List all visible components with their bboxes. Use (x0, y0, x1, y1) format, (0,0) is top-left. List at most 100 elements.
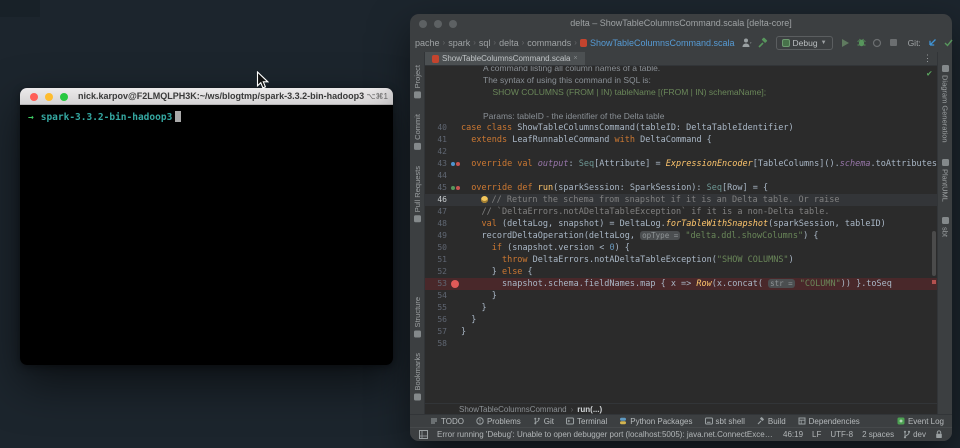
override-gutter-icon[interactable] (449, 182, 461, 194)
toolwindow-button-sbt-shell[interactable]: sbt shell (705, 417, 745, 426)
code-line[interactable]: 47 // `DeltaErrors.notADeltaTableExcepti… (425, 206, 937, 218)
code-line[interactable]: 52 } else { (425, 266, 937, 278)
code-editor[interactable]: A command listing all column names of a … (425, 66, 937, 403)
intention-bulb-icon[interactable] (481, 196, 488, 203)
git-update-icon[interactable] (926, 36, 939, 49)
toolwindow-button-build[interactable]: Build (757, 417, 786, 426)
code-line[interactable]: 40case class ShowTableColumnsCommand(tab… (425, 122, 937, 134)
line-number[interactable]: 55 (425, 302, 449, 314)
code-line[interactable]: 51 throw DeltaErrors.notADeltaTableExcep… (425, 254, 937, 266)
breadcrumb-class[interactable]: ShowTableColumnsCommand (459, 405, 567, 414)
toolwindow-button-python-packages[interactable]: Python Packages (619, 417, 692, 426)
code-line[interactable]: 50 if (snapshot.version < 0) { (425, 242, 937, 254)
run-button[interactable] (839, 36, 852, 49)
stripe-item-structure[interactable]: Structure (413, 297, 422, 337)
encoding-indicator[interactable]: UTF-8 (830, 430, 853, 439)
breadcrumb-item[interactable]: sql (479, 38, 491, 48)
line-number[interactable]: 53 (425, 278, 449, 290)
close-button[interactable] (30, 93, 38, 101)
line-number[interactable]: 42 (425, 146, 449, 158)
editor-scrollbar[interactable] (932, 231, 936, 276)
ide-titlebar[interactable]: delta – ShowTableColumnsCommand.scala [d… (410, 14, 952, 33)
collaborator-icon[interactable] (741, 36, 754, 49)
code-line[interactable]: 58 (425, 338, 937, 350)
status-message[interactable]: Error running 'Debug': Unable to open de… (437, 430, 774, 439)
line-number[interactable]: 49 (425, 230, 449, 242)
code-line[interactable]: 54 } (425, 290, 937, 302)
code-line[interactable]: 41 extends LeafRunnableCommand with Delt… (425, 134, 937, 146)
toolwindow-button-terminal[interactable]: Terminal (566, 417, 607, 426)
terminal-body[interactable]: →spark-3.3.2-bin-hadoop3 (20, 105, 393, 365)
stripe-item-pull-requests[interactable]: Pull Requests (413, 166, 422, 222)
git-branch-indicator[interactable]: dev (903, 430, 926, 439)
inspections-ok-icon[interactable]: ✔ (927, 68, 932, 80)
stripe-item-diagram-generation[interactable]: Diagram Generation (941, 65, 950, 143)
indent-indicator[interactable]: 2 spaces (862, 430, 894, 439)
toolwindow-button-event-log[interactable]: Event Log (897, 417, 944, 426)
minimize-button[interactable] (45, 93, 53, 101)
terminal-titlebar[interactable]: nick.karpov@F2LMQLPH3K:~/ws/blogtmp/spar… (20, 88, 393, 105)
line-number[interactable]: 46 (425, 194, 449, 206)
breadcrumb-item[interactable]: pache (415, 38, 440, 48)
breadcrumb-member[interactable]: run(...) (577, 405, 602, 414)
readonly-lock-icon[interactable] (935, 430, 943, 439)
toolwindow-button-dependencies[interactable]: Dependencies (798, 417, 860, 426)
code-line[interactable]: 55 } (425, 302, 937, 314)
code-line[interactable]: 43 override val output: Seq[Attribute] =… (425, 158, 937, 170)
line-number[interactable]: 41 (425, 134, 449, 146)
tab-showtablecolumnscommand[interactable]: ShowTableColumnsCommand.scala × (425, 52, 585, 65)
line-number[interactable]: 43 (425, 158, 449, 170)
code-line[interactable]: 46 // Return the schema from snapshot if… (425, 194, 937, 206)
stripe-item-sbt[interactable]: sbt (941, 217, 950, 237)
line-number[interactable]: 45 (425, 182, 449, 194)
code-line[interactable]: 48 val (deltaLog, snapshot) = DeltaLog.f… (425, 218, 937, 230)
override-gutter-icon[interactable] (449, 158, 461, 170)
code-line[interactable]: 49 recordDeltaOperation(deltaLog, opType… (425, 230, 937, 242)
code-line[interactable]: 57} (425, 326, 937, 338)
code-line[interactable]: 56 } (425, 314, 937, 326)
code-line[interactable]: Params: tableID - the identifier of the … (425, 110, 937, 122)
line-number[interactable]: 54 (425, 290, 449, 302)
toolwindow-button-todo[interactable]: TODO (430, 417, 464, 426)
line-number[interactable]: 44 (425, 170, 449, 182)
code-line[interactable]: A command listing all column names of a … (425, 66, 937, 74)
caret-position[interactable]: 46:19 (783, 430, 803, 439)
line-number[interactable]: 48 (425, 218, 449, 230)
stripe-item-project[interactable]: Project (413, 65, 422, 98)
stop-button[interactable] (887, 36, 900, 49)
breakpoint-icon[interactable] (449, 278, 461, 290)
breadcrumb-item[interactable]: delta (499, 38, 519, 48)
line-number[interactable]: 51 (425, 254, 449, 266)
terminal-window[interactable]: nick.karpov@F2LMQLPH3K:~/ws/blogtmp/spar… (20, 88, 393, 365)
coverage-button[interactable] (871, 36, 884, 49)
build-hammer-icon[interactable] (757, 36, 770, 49)
code-line[interactable]: SHOW COLUMNS (FROM | IN) tableName [(FRO… (425, 86, 937, 98)
minimize-button[interactable] (434, 20, 442, 28)
close-button[interactable] (419, 20, 427, 28)
breadcrumb-item[interactable]: commands (527, 38, 571, 48)
code-line[interactable]: 45 override def run(sparkSession: SparkS… (425, 182, 937, 194)
debug-button[interactable] (855, 36, 868, 49)
line-number[interactable]: 58 (425, 338, 449, 350)
code-line[interactable]: 53 snapshot.schema.fieldNames.map { x =>… (425, 278, 937, 290)
close-icon[interactable]: × (574, 55, 578, 62)
tab-options-icon[interactable]: ⋮ (918, 52, 937, 65)
stripe-item-plantuml[interactable]: PlantUML (941, 159, 950, 202)
code-line[interactable]: 44 (425, 170, 937, 182)
ide-window[interactable]: delta – ShowTableColumnsCommand.scala [d… (410, 14, 952, 441)
zoom-button[interactable] (449, 20, 457, 28)
line-number[interactable]: 52 (425, 266, 449, 278)
error-stripe-mark[interactable] (932, 280, 936, 284)
layout-icon[interactable] (419, 430, 428, 439)
stripe-item-commit[interactable]: Commit (413, 114, 422, 150)
code-line[interactable]: 42 (425, 146, 937, 158)
breadcrumb-item[interactable]: spark (448, 38, 470, 48)
breadcrumb[interactable]: pache›spark›sql›delta›commands (415, 38, 571, 48)
code-line[interactable] (425, 98, 937, 110)
line-ending-indicator[interactable]: LF (812, 430, 821, 439)
line-number[interactable]: 50 (425, 242, 449, 254)
code-line[interactable]: The syntax of using this command in SQL … (425, 74, 937, 86)
line-number[interactable]: 57 (425, 326, 449, 338)
line-number[interactable]: 40 (425, 122, 449, 134)
line-number[interactable]: 47 (425, 206, 449, 218)
